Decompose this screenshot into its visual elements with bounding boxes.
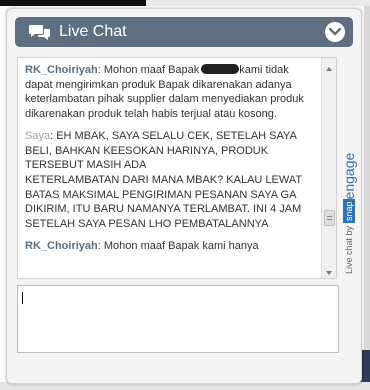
message-text: Mohon maaf Bapak kami hanya — [103, 239, 259, 252]
chat-bubbles-icon — [29, 23, 51, 41]
branding-engage-text: engage — [340, 152, 357, 200]
chat-header[interactable]: Live Chat — [15, 17, 353, 47]
scroll-up-arrow-icon[interactable] — [324, 61, 334, 71]
transcript-scrollbar[interactable] — [321, 58, 336, 278]
message-agent: RK_Choiriyah: Mohon maaf Bapak kami hany… — [25, 239, 259, 252]
redacted-text — [201, 64, 240, 74]
agent-name: RK_Choiriyah — [25, 239, 98, 252]
message-text-prefix: Mohon maaf Bapak — [103, 64, 200, 76]
message-text: EH MBAK, SAYA SELALU CEK, SETELAH SAYA B… — [25, 129, 302, 231]
message-list: RK_Choiriyah: Mohon maaf Bapak kami tidak… — [25, 63, 315, 260]
chat-transcript[interactable]: RK_Choiriyah: Mohon maaf Bapak kami tidak… — [17, 57, 337, 279]
snapengage-branding[interactable]: Live chat by snapengage — [340, 144, 360, 274]
scroll-down-arrow-icon[interactable] — [324, 265, 334, 275]
text-cursor — [22, 292, 23, 304]
collapse-button[interactable] — [325, 22, 345, 42]
agent-name: RK_Choiriyah — [25, 64, 98, 76]
chat-header-title: Live Chat — [59, 23, 127, 40]
chevron-down-icon — [329, 27, 341, 36]
message-user: Saya: EH MBAK, SAYA SELALU CEK, SETELAH … — [25, 129, 302, 231]
scrollbar-thumb[interactable] — [324, 210, 335, 226]
page-top-strip-light — [146, 0, 370, 6]
chat-message-input[interactable] — [17, 285, 339, 353]
message-agent: RK_Choiriyah: Mohon maaf Bapak kami tidak… — [25, 64, 304, 121]
page-right-edge — [364, 6, 370, 390]
branding-by-text: Live chat by — [343, 225, 354, 274]
branding-snap-text: snap — [342, 199, 355, 223]
user-name: Saya — [25, 129, 51, 142]
